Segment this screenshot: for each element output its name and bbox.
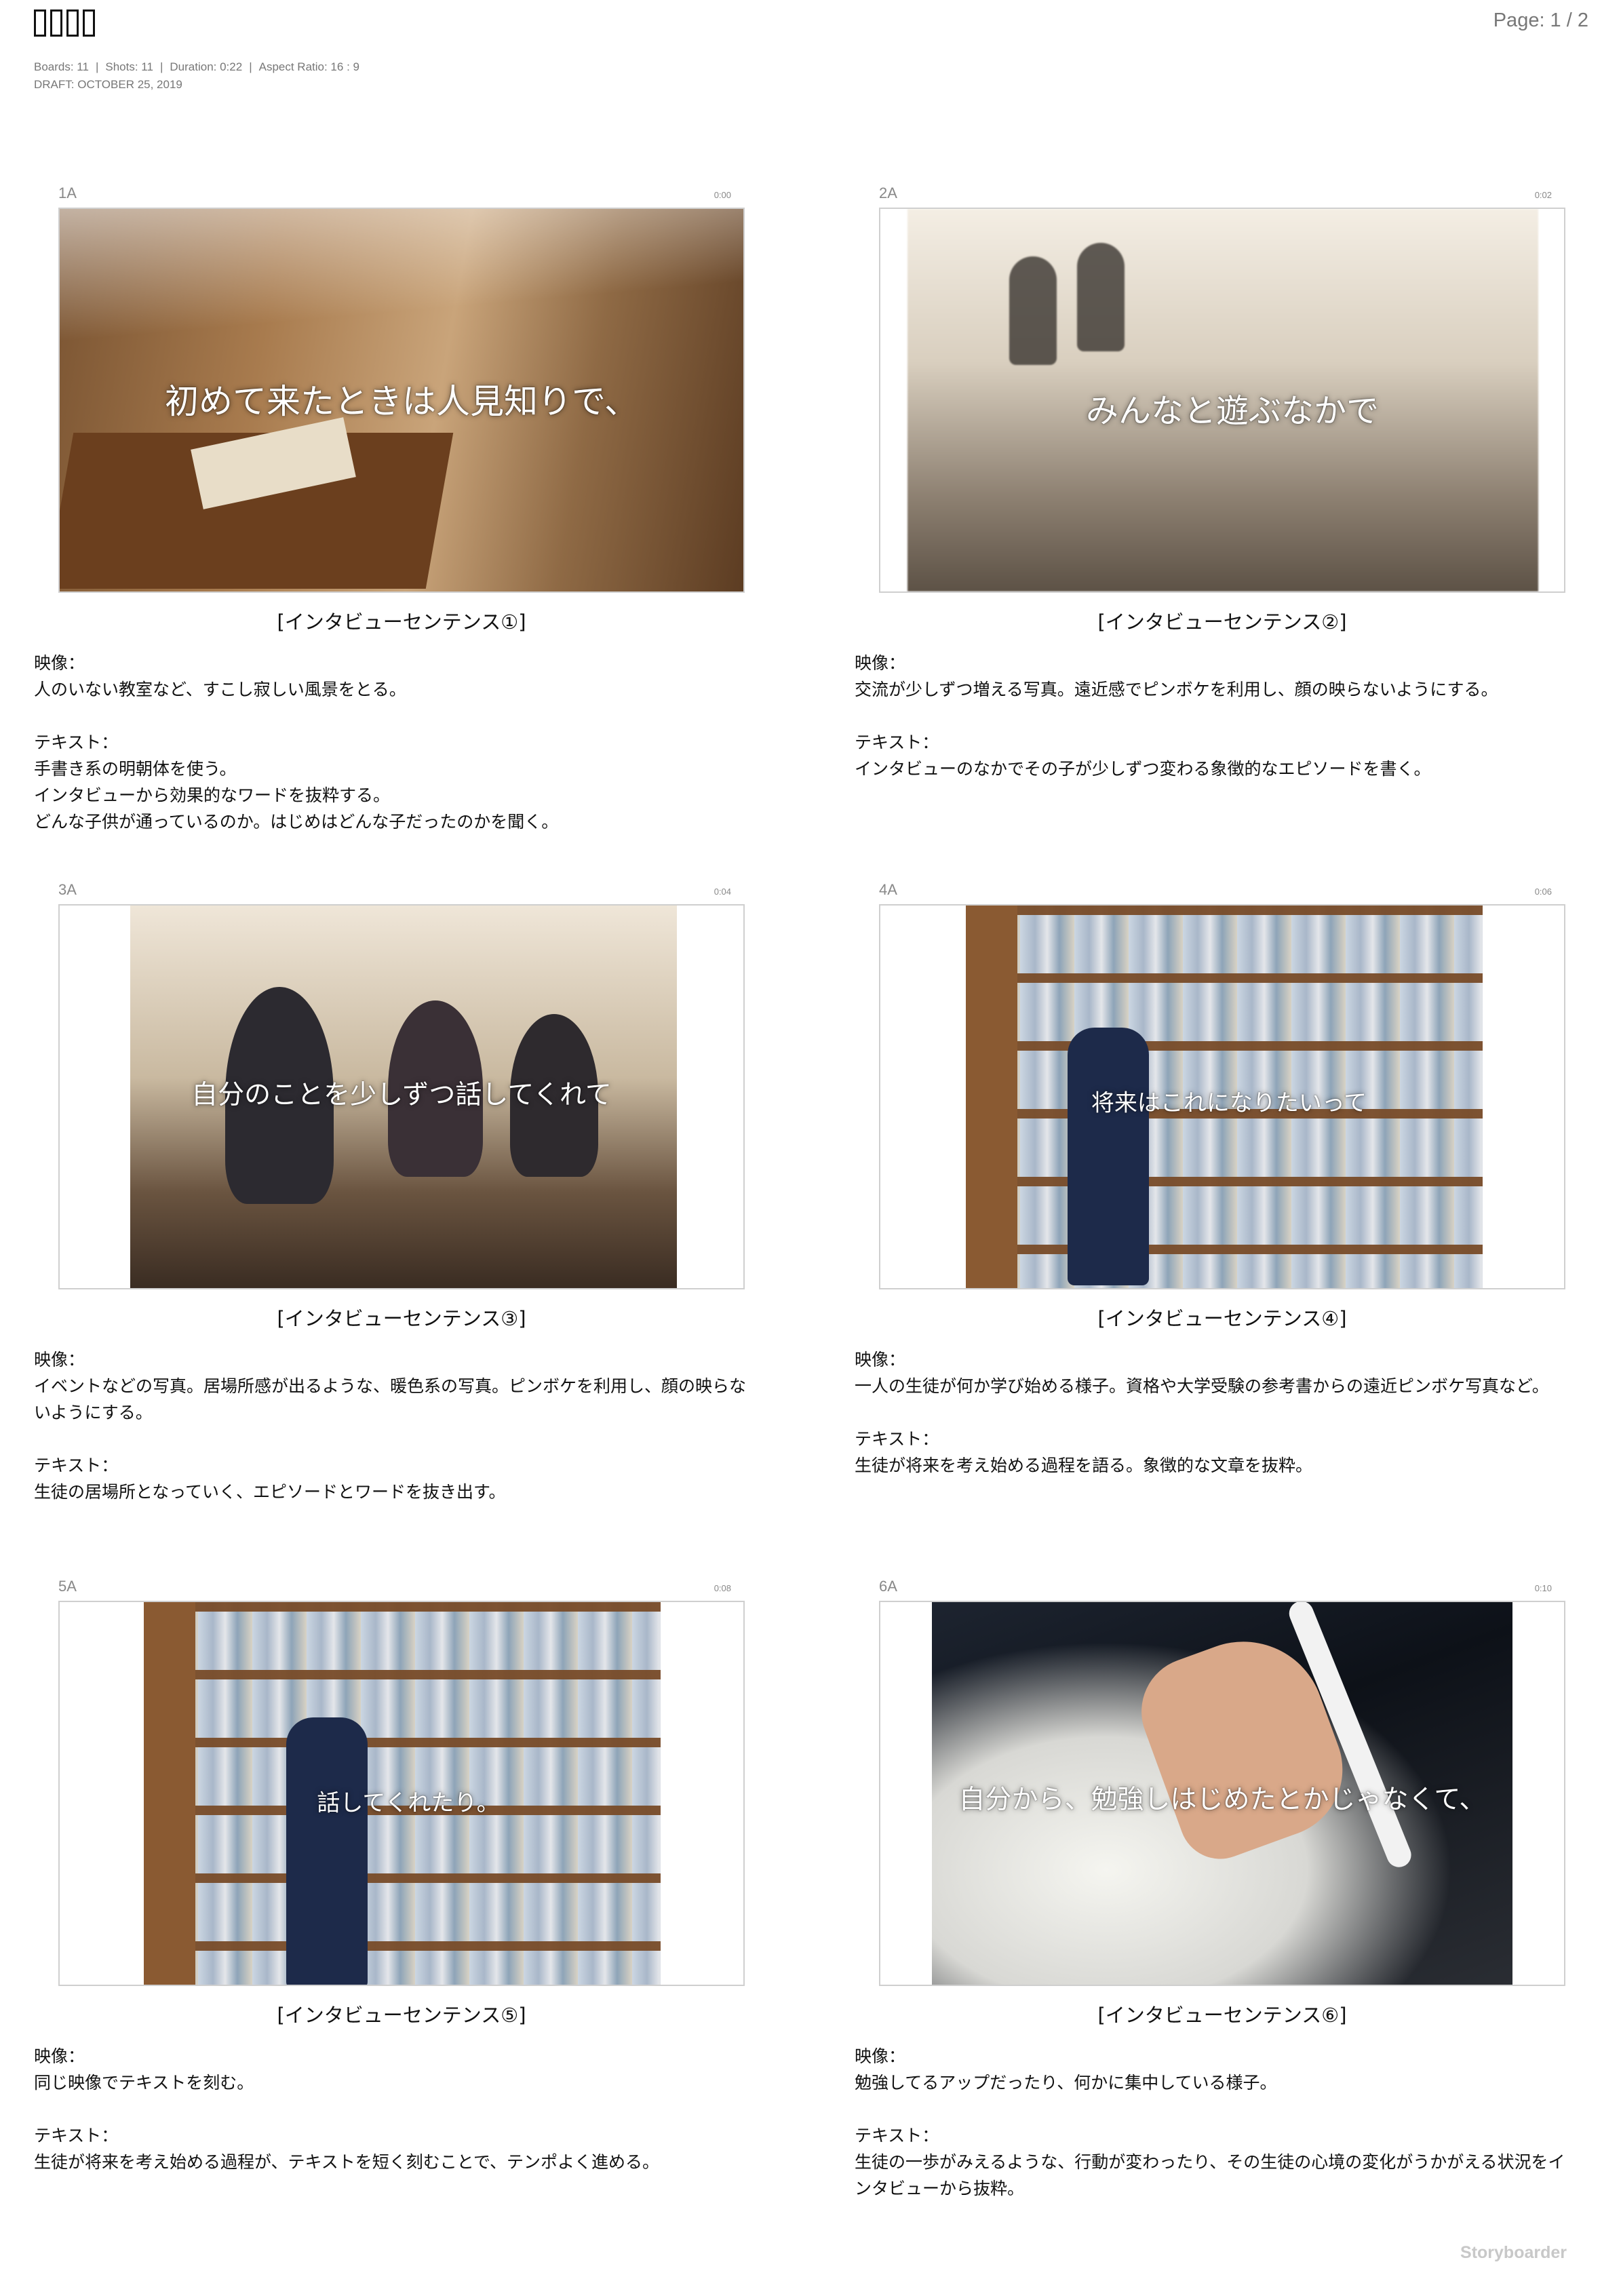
video-text: 人のいない教室など、すこし寂しい風景をとる。 xyxy=(34,680,406,699)
storyboarder-logo: Storyboarder xyxy=(1460,2243,1567,2262)
title-glyph xyxy=(83,9,95,37)
duration: Duration: 0:22 xyxy=(170,60,243,73)
board-time: 0:02 xyxy=(1534,190,1552,200)
board-caption: [インタビューセンテンス④] xyxy=(1097,1307,1347,1330)
title-glyph xyxy=(66,9,79,37)
video-label: 映像： xyxy=(855,2046,906,2066)
board-description: 映像： 交流が少しずつ増える写真。遠近感でピンボケを利用し、顔の映らないようにす… xyxy=(855,650,1580,782)
video-text: 交流が少しずつ増える写真。遠近感でピンボケを利用し、顔の映らないようにする。 xyxy=(855,680,1498,699)
boards-count: Boards: 11 xyxy=(34,60,89,73)
text-label: テキスト： xyxy=(855,733,939,752)
board-description: 映像： 人のいない教室など、すこし寂しい風景をとる。 テキスト： 手書き系の明朝… xyxy=(34,650,760,835)
board-id: 6A xyxy=(879,1578,897,1595)
board-id: 4A xyxy=(879,881,897,898)
text-label: テキスト： xyxy=(34,1456,119,1475)
page-number: Page: 1 / 2 xyxy=(1493,9,1588,31)
board-description: 映像： 勉強してるアップだったり、何かに集中している様子。 テキスト： 生徒の一… xyxy=(855,2043,1580,2202)
board-caption: [インタビューセンテンス①] xyxy=(277,610,526,634)
board-time: 0:04 xyxy=(714,887,731,897)
overlay-text: 将来はこれになりたいって xyxy=(1091,1089,1367,1117)
student-figure xyxy=(1009,256,1057,365)
board-time: 0:08 xyxy=(714,1583,731,1593)
text-line: 手書き系の明朝体を使う。 xyxy=(34,759,237,779)
video-label: 映像： xyxy=(34,1350,85,1369)
board-description: 映像： 一人の生徒が何か学び始める様子。資格や大学受験の参考書からの遠近ピンボケ… xyxy=(855,1346,1580,1479)
overlay-text: みんなと遊ぶなかで xyxy=(1085,392,1379,431)
board-frame: みんなと遊ぶなかで xyxy=(879,208,1565,593)
overlay-text: 自分から、勉強しはじめたとかじゃなくて、 xyxy=(958,1784,1486,1815)
student-figure xyxy=(1068,1028,1149,1285)
board-id: 1A xyxy=(58,184,77,201)
board-frame: 話してくれたり。 xyxy=(58,1601,745,1986)
video-text: 勉強してるアップだったり、何かに集中している様子。 xyxy=(855,2073,1277,2093)
text-line: インタビューのなかでその子が少しずつ変わる象徴的なエピソードを書く。 xyxy=(855,759,1431,779)
text-line: どんな子供が通っているのか。はじめはどんな子だったのかを聞く。 xyxy=(34,812,559,832)
title-glyph xyxy=(50,9,62,37)
board-caption: [インタビューセンテンス②] xyxy=(1097,610,1347,634)
text-label: テキスト： xyxy=(855,2126,939,2145)
text-line: 生徒の居場所となっていく、エピソードとワードを抜き出す。 xyxy=(34,1482,506,1502)
video-text: イベントなどの写真。居場所感が出るような、暖色系の写真。ピンボケを利用し、顔の映… xyxy=(34,1376,747,1422)
text-line: インタビューから効果的なワードを抜粋する。 xyxy=(34,785,391,805)
overlay-text: 話してくれたり。 xyxy=(317,1789,500,1817)
storyboard-meta: Boards: 11 | Shots: 11 | Duration: 0:22 | Aspe… xyxy=(34,58,359,94)
board-time: 0:00 xyxy=(714,190,731,200)
video-text: 一人の生徒が何か学び始める様子。資格や大学受験の参考書からの遠近ピンボケ写真など… xyxy=(855,1376,1549,1396)
text-line: 生徒が将来を考え始める過程が、テキストを短く刻むことで、テンポよく進める。 xyxy=(34,2152,660,2172)
board-time: 0:10 xyxy=(1534,1583,1552,1593)
video-label: 映像： xyxy=(34,2046,85,2066)
video-label: 映像： xyxy=(855,1350,906,1369)
video-label: 映像： xyxy=(855,653,906,673)
board-caption: [インタビューセンテンス⑤] xyxy=(277,2004,526,2027)
board-caption: [インタビューセンテンス③] xyxy=(277,1307,526,1330)
student-figure xyxy=(1077,243,1125,351)
board-frame: 自分のことを少しずつ話してくれて xyxy=(58,904,745,1289)
shots-count: Shots: 11 xyxy=(105,60,153,73)
overlay-text: 自分のことを少しずつ話してくれて xyxy=(191,1080,612,1111)
board-caption: [インタビューセンテンス⑥] xyxy=(1097,2004,1347,2027)
board-id: 5A xyxy=(58,1578,77,1595)
video-text: 同じ映像でテキストを刻む。 xyxy=(34,2073,254,2093)
board-id: 2A xyxy=(879,184,897,201)
board-frame: 初めて来たときは人見知りで、 xyxy=(58,208,745,593)
board-description: 映像： 同じ映像でテキストを刻む。 テキスト： 生徒が将来を考え始める過程が、テ… xyxy=(34,2043,760,2175)
board-frame: 自分から、勉強しはじめたとかじゃなくて、 xyxy=(879,1601,1565,1986)
storyboard-title xyxy=(34,9,95,37)
title-glyph xyxy=(34,9,46,37)
text-label: テキスト： xyxy=(34,2126,119,2145)
video-label: 映像： xyxy=(34,653,85,673)
board-description: 映像： イベントなどの写真。居場所感が出るような、暖色系の写真。ピンボケを利用し… xyxy=(34,1346,760,1505)
text-line: 生徒の一歩がみえるような、行動が変わったり、その生徒の心境の変化がうかがえる状況… xyxy=(855,2152,1565,2198)
aspect-ratio: Aspect Ratio: 16 : 9 xyxy=(258,60,359,73)
text-line: 生徒が将来を考え始める過程を語る。象徴的な文章を抜粋。 xyxy=(855,1456,1313,1475)
board-id: 3A xyxy=(58,881,77,898)
draft-date: DRAFT: OCTOBER 25, 2019 xyxy=(34,78,182,91)
text-label: テキスト： xyxy=(855,1429,939,1449)
board-frame: 将来はこれになりたいって xyxy=(879,904,1565,1289)
overlay-text: 初めて来たときは人見知りで、 xyxy=(165,382,638,421)
student-figure xyxy=(286,1717,368,1985)
board-time: 0:06 xyxy=(1534,887,1552,897)
text-label: テキスト： xyxy=(34,733,119,752)
